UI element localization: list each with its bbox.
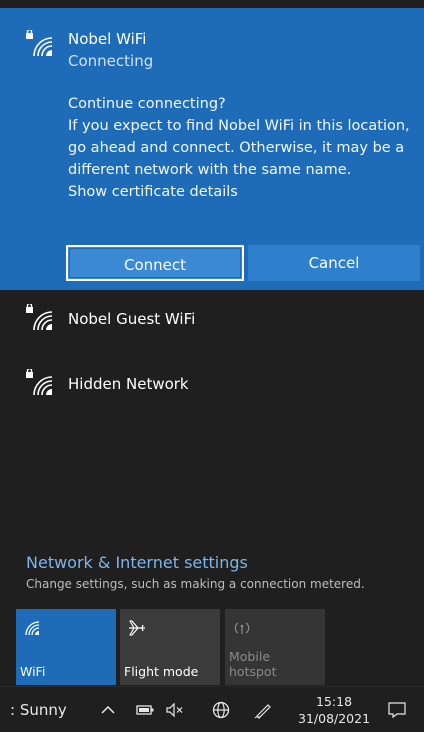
selected-network-panel[interactable]: Nobel WiFi Connecting Continue connectin… xyxy=(0,8,424,290)
network-settings-description: Change settings, such as making a connec… xyxy=(26,577,365,591)
mobile-hotspot-label: Mobile hotspot xyxy=(229,649,276,679)
flyout-top-strip xyxy=(0,0,424,8)
taskbar: : Sunny 15:18 31/08/2021 xyxy=(0,686,424,732)
show-certificate-link[interactable]: Show certificate details xyxy=(68,181,418,203)
weather-widget[interactable]: : Sunny xyxy=(10,701,67,719)
pen-ink-icon[interactable] xyxy=(252,699,274,721)
clock-time: 15:18 xyxy=(316,694,353,709)
selected-network-name: Nobel WiFi xyxy=(68,30,147,48)
chevron-up-icon[interactable] xyxy=(97,699,119,721)
selected-network-status: Connecting xyxy=(68,52,154,70)
prompt-line: If you expect to find Nobel WiFi in this… xyxy=(68,118,410,134)
wifi-secured-icon xyxy=(26,30,53,57)
volume-muted-icon[interactable] xyxy=(164,699,186,721)
prompt-line: different network with the same name. xyxy=(68,162,352,178)
prompt-line: go ahead and connect. Otherwise, it may … xyxy=(68,140,405,156)
wifi-icon xyxy=(25,621,40,636)
prompt-question: Continue connecting? xyxy=(68,96,226,112)
connect-prompt: Continue connecting? If you expect to fi… xyxy=(68,93,418,203)
network-list-item[interactable]: Nobel Guest WiFi xyxy=(0,290,424,354)
weather-icon: : xyxy=(10,701,16,719)
notification-icon[interactable] xyxy=(386,699,408,721)
wifi-tile-label: WiFi xyxy=(20,664,46,679)
network-name: Hidden Network xyxy=(68,375,189,393)
network-list-item[interactable]: Hidden Network xyxy=(0,355,424,419)
network-flyout: Nobel WiFi Connecting Continue connectin… xyxy=(0,0,424,686)
cancel-button[interactable]: Cancel xyxy=(248,245,420,281)
weather-label: Sunny xyxy=(19,701,67,719)
connect-button[interactable]: Connect xyxy=(66,245,244,281)
hotspot-label-line: hotspot xyxy=(229,664,277,679)
airplane-icon xyxy=(129,620,145,636)
flight-mode-tile[interactable]: Flight mode xyxy=(120,609,220,685)
clock-date: 31/08/2021 xyxy=(298,711,371,726)
mobile-hotspot-tile[interactable]: Mobile hotspot xyxy=(225,609,325,685)
globe-network-icon[interactable] xyxy=(210,699,232,721)
wifi-secured-icon xyxy=(26,304,53,331)
wifi-secured-icon xyxy=(26,369,53,396)
wifi-toggle-tile[interactable]: WiFi xyxy=(16,609,116,685)
hotspot-icon xyxy=(234,622,250,634)
taskbar-clock[interactable]: 15:18 31/08/2021 xyxy=(298,693,370,727)
flight-mode-label: Flight mode xyxy=(124,664,199,679)
hotspot-label-line: Mobile xyxy=(229,649,271,664)
network-settings-link[interactable]: Network & Internet settings xyxy=(26,553,248,572)
battery-icon[interactable] xyxy=(134,699,156,721)
network-name: Nobel Guest WiFi xyxy=(68,310,196,328)
